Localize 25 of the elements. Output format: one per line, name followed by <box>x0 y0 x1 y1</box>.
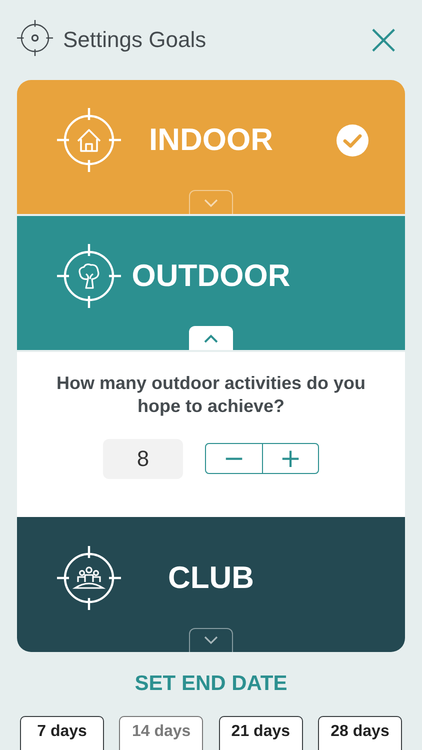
goal-label: CLUB <box>168 560 254 596</box>
section-title: SET END DATE <box>134 672 288 696</box>
house-icon <box>57 108 121 172</box>
expand-toggle[interactable] <box>189 326 233 350</box>
goal-section[interactable]: INDOOR <box>17 80 405 216</box>
close-button[interactable]: × <box>365 23 402 57</box>
goal-label: INDOOR <box>149 122 273 158</box>
duration-button[interactable]: 7 days <box>20 716 104 750</box>
group-icon <box>57 546 121 610</box>
goal-section[interactable]: OUTDOOR <box>17 216 405 352</box>
tree-icon <box>57 244 121 308</box>
increment-button[interactable]: + <box>262 444 318 474</box>
goal-question: How many outdoor activities do you hope to achieve? <box>55 372 367 418</box>
page-title: Settings Goals <box>63 27 208 53</box>
expand-toggle[interactable] <box>189 628 233 652</box>
count-field[interactable]: 8 <box>103 438 183 479</box>
goal-label: OUTDOOR <box>132 258 290 294</box>
goal-section[interactable]: CLUB <box>17 516 405 652</box>
decrement-button[interactable]: − <box>206 444 262 474</box>
duration-button[interactable]: 21 days <box>218 716 303 750</box>
chevron-down-icon <box>203 198 219 208</box>
chevron-down-icon <box>203 635 219 646</box>
chevron-up-icon <box>203 334 219 344</box>
duration-button[interactable]: 28 days <box>318 716 402 750</box>
expand-toggle[interactable] <box>189 190 233 214</box>
